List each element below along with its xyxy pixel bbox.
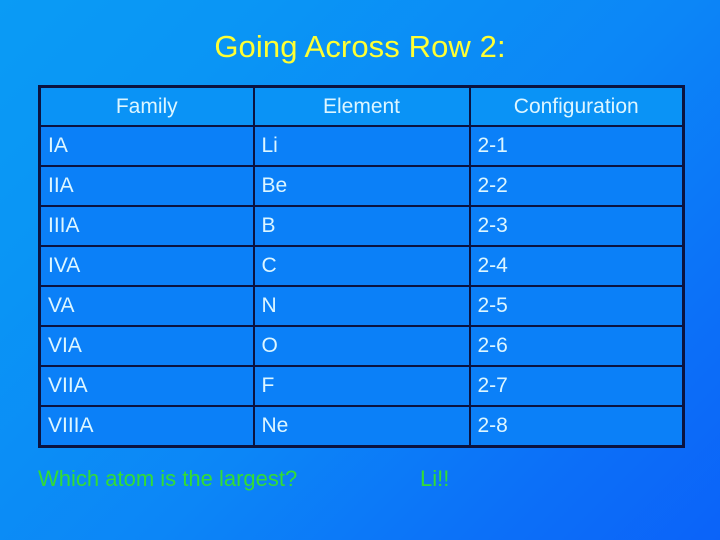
cell-family: VIA	[38, 325, 255, 367]
slide-canvas: Going Across Row 2: Family Element Confi…	[0, 0, 720, 540]
cell-family: IVA	[38, 245, 255, 287]
table-row: VA N 2-5	[38, 285, 685, 327]
cell-configuration: 2-3	[468, 205, 685, 247]
cell-configuration: 2-7	[468, 365, 685, 407]
cell-configuration: 2-6	[468, 325, 685, 367]
footer-answer: Li!!	[420, 466, 450, 491]
cell-element: O	[252, 325, 471, 367]
cell-element: N	[252, 285, 471, 327]
cell-element: Be	[252, 165, 471, 207]
cell-configuration: 2-5	[468, 285, 685, 327]
cell-element: B	[252, 205, 471, 247]
table-body: IA Li 2-1 IIA Be 2-2 IIIA B 2-3 IVA C 2-…	[38, 125, 685, 448]
table-row: VIIIA Ne 2-8	[38, 405, 685, 448]
table-row: VIIA F 2-7	[38, 365, 685, 407]
cell-family: VIIA	[38, 365, 255, 407]
cell-family: VIIIA	[38, 405, 255, 448]
cell-configuration: 2-1	[468, 125, 685, 167]
table-header: Family Element Configuration	[38, 85, 685, 127]
table-header-row: Family Element Configuration	[38, 85, 685, 127]
cell-configuration: 2-4	[468, 245, 685, 287]
footer: Which atom is the largest? Li!!	[38, 465, 682, 499]
footer-question: Which atom is the largest?	[38, 466, 298, 491]
table-row: IIIA B 2-3	[38, 205, 685, 247]
cell-configuration: 2-2	[468, 165, 685, 207]
cell-family: IIIA	[38, 205, 255, 247]
cell-element: F	[252, 365, 471, 407]
cell-element: Ne	[252, 405, 471, 448]
cell-element: Li	[252, 125, 471, 167]
column-header-element: Element	[252, 85, 471, 127]
cell-element: C	[252, 245, 471, 287]
column-header-family: Family	[38, 85, 255, 127]
cell-family: IIA	[38, 165, 255, 207]
cell-family: VA	[38, 285, 255, 327]
table-row: IIA Be 2-2	[38, 165, 685, 207]
page-title: Going Across Row 2:	[214, 29, 506, 64]
cell-configuration: 2-8	[468, 405, 685, 448]
column-header-configuration: Configuration	[468, 85, 685, 127]
table-row: IVA C 2-4	[38, 245, 685, 287]
element-configuration-table: Family Element Configuration IA Li 2-1 I…	[38, 85, 685, 448]
table-row: IA Li 2-1	[38, 125, 685, 167]
table-row: VIA O 2-6	[38, 325, 685, 367]
cell-family: IA	[38, 125, 255, 167]
